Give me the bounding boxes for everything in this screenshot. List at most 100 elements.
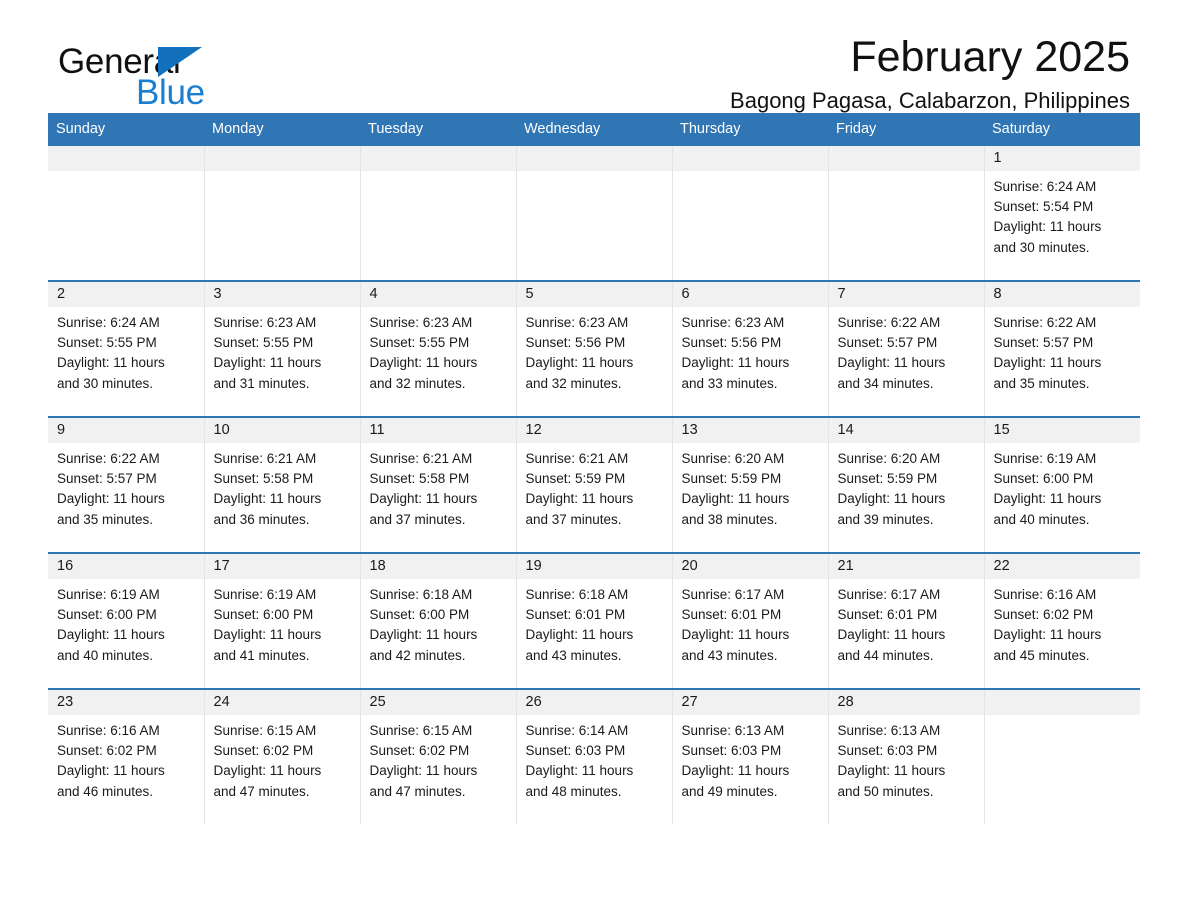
calendar-day-cell[interactable]: 6 Sunrise: 6:23 AM Sunset: 5:56 PM Daylight… bbox=[672, 280, 829, 417]
calendar-day-cell[interactable]: 19 Sunrise: 6:18 AM Sunset: 6:01 PM Dayligh… bbox=[516, 552, 673, 689]
daylight-text-line1: Daylight: 11 hours bbox=[57, 627, 165, 643]
day-details: Sunrise: 6:17 AM Sunset: 6:01 PM Daylight:… bbox=[829, 579, 984, 666]
sunrise-text: Sunrise: 6:22 AM bbox=[993, 315, 1097, 330]
day-details: Sunrise: 6:22 AM Sunset: 5:57 PM Daylight:… bbox=[985, 307, 1141, 394]
day-details: Sunrise: 6:20 AM Sunset: 5:59 PM Daylight:… bbox=[829, 443, 984, 530]
calendar-day-cell[interactable]: 7 Sunrise: 6:22 AM Sunset: 5:57 PM Daylight… bbox=[828, 280, 985, 417]
calendar-day-cell[interactable]: 24 Sunrise: 6:15 AM Sunset: 6:02 PM Dayligh… bbox=[204, 688, 361, 824]
daylight-text-line2: and 33 minutes. bbox=[681, 375, 778, 391]
daylight-text-line2: and 50 minutes. bbox=[837, 783, 934, 799]
sunrise-text: Sunrise: 6:20 AM bbox=[681, 451, 785, 466]
calendar-day-cell[interactable]: 26 Sunrise: 6:14 AM Sunset: 6:03 PM Dayligh… bbox=[516, 688, 673, 824]
sunrise-text: Sunrise: 6:23 AM bbox=[369, 315, 473, 330]
calendar-day-cell[interactable]: 1 Sunrise: 6:24 AM Sunset: 5:54 PM Daylight… bbox=[984, 146, 1140, 281]
calendar-day-cell[interactable]: 15 Sunrise: 6:19 AM Sunset: 6:00 PM Dayligh… bbox=[984, 416, 1141, 553]
daylight-text-line1: Daylight: 11 hours bbox=[369, 491, 478, 507]
daylight-text-line1: Daylight: 11 hours bbox=[369, 763, 478, 779]
daylight-text-line1: Daylight: 11 hours bbox=[993, 355, 1102, 371]
sunset-text: Sunset: 5:56 PM bbox=[525, 335, 626, 351]
day-details: Sunrise: 6:18 AM Sunset: 6:00 PM Daylight:… bbox=[361, 579, 516, 666]
calendar-cell-empty bbox=[360, 146, 517, 281]
sunrise-text: Sunrise: 6:14 AM bbox=[525, 723, 629, 738]
daylight-text-line2: and 30 minutes. bbox=[57, 375, 154, 391]
calendar-day-cell[interactable]: 13 Sunrise: 6:20 AM Sunset: 5:59 PM Dayligh… bbox=[672, 416, 829, 553]
generalblue-logo[interactable]: General Blue bbox=[58, 42, 328, 114]
calendar-day-cell[interactable]: 14 Sunrise: 6:20 AM Sunset: 5:59 PM Dayligh… bbox=[828, 416, 985, 553]
daylight-text-line2: and 36 minutes. bbox=[213, 511, 310, 527]
weekday-header-monday: Monday bbox=[204, 113, 360, 146]
daylight-text-line1: Daylight: 11 hours bbox=[993, 219, 1102, 235]
sunset-text: Sunset: 6:01 PM bbox=[837, 607, 938, 623]
calendar-day-cell[interactable]: 21 Sunrise: 6:17 AM Sunset: 6:01 PM Dayligh… bbox=[828, 552, 985, 689]
daylight-text-line1: Daylight: 11 hours bbox=[525, 627, 634, 643]
daylight-text-line1: Daylight: 11 hours bbox=[837, 763, 946, 779]
day-number: 2 bbox=[48, 282, 204, 307]
sunrise-text: Sunrise: 6:24 AM bbox=[993, 179, 1097, 194]
sunset-text: Sunset: 6:00 PM bbox=[213, 607, 314, 623]
daylight-text-line2: and 32 minutes. bbox=[369, 375, 466, 391]
day-number: 8 bbox=[984, 282, 1140, 307]
day-number bbox=[828, 146, 984, 171]
calendar-day-cell[interactable]: 10 Sunrise: 6:21 AM Sunset: 5:58 PM Dayligh… bbox=[204, 416, 361, 553]
sunset-text: Sunset: 6:02 PM bbox=[369, 743, 470, 759]
day-details: Sunrise: 6:16 AM Sunset: 6:02 PM Daylight:… bbox=[985, 579, 1141, 666]
day-details: Sunrise: 6:23 AM Sunset: 5:55 PM Daylight:… bbox=[361, 307, 516, 394]
calendar-day-cell[interactable]: 27 Sunrise: 6:13 AM Sunset: 6:03 PM Dayligh… bbox=[672, 688, 829, 824]
sunset-text: Sunset: 6:03 PM bbox=[525, 743, 626, 759]
calendar-day-cell[interactable]: 12 Sunrise: 6:21 AM Sunset: 5:59 PM Dayligh… bbox=[516, 416, 673, 553]
calendar-day-cell[interactable]: 3 Sunrise: 6:23 AM Sunset: 5:55 PM Daylight… bbox=[204, 280, 361, 417]
calendar-day-cell[interactable]: 9 Sunrise: 6:22 AM Sunset: 5:57 PM Daylight… bbox=[48, 416, 205, 553]
sunrise-text: Sunrise: 6:21 AM bbox=[369, 451, 473, 466]
calendar-day-cell[interactable]: 17 Sunrise: 6:19 AM Sunset: 6:00 PM Dayligh… bbox=[204, 552, 361, 689]
calendar-day-cell[interactable]: 16 Sunrise: 6:19 AM Sunset: 6:00 PM Dayligh… bbox=[48, 552, 205, 689]
calendar-day-cell[interactable]: 2 Sunrise: 6:24 AM Sunset: 5:55 PM Daylight… bbox=[48, 280, 205, 417]
sunset-text: Sunset: 5:55 PM bbox=[57, 335, 157, 351]
day-details: Sunrise: 6:13 AM Sunset: 6:03 PM Daylight:… bbox=[829, 715, 984, 802]
day-details: Sunrise: 6:19 AM Sunset: 6:00 PM Daylight:… bbox=[985, 443, 1141, 530]
sunset-text: Sunset: 5:57 PM bbox=[993, 335, 1094, 351]
sunrise-text: Sunrise: 6:20 AM bbox=[837, 451, 941, 466]
day-number: 20 bbox=[672, 554, 828, 579]
calendar-day-cell[interactable]: 28 Sunrise: 6:13 AM Sunset: 6:03 PM Dayligh… bbox=[828, 688, 985, 824]
daylight-text-line1: Daylight: 11 hours bbox=[525, 491, 634, 507]
daylight-text-line2: and 32 minutes. bbox=[525, 375, 622, 391]
daylight-text-line1: Daylight: 11 hours bbox=[369, 627, 478, 643]
calendar-day-cell[interactable]: 4 Sunrise: 6:23 AM Sunset: 5:55 PM Daylight… bbox=[360, 280, 517, 417]
day-details: Sunrise: 6:23 AM Sunset: 5:56 PM Daylight:… bbox=[517, 307, 672, 394]
sunrise-text: Sunrise: 6:22 AM bbox=[57, 451, 160, 466]
sunrise-text: Sunrise: 6:23 AM bbox=[213, 315, 317, 330]
day-details: Sunrise: 6:18 AM Sunset: 6:01 PM Daylight:… bbox=[517, 579, 672, 666]
sunset-text: Sunset: 5:57 PM bbox=[57, 471, 157, 487]
daylight-text-line1: Daylight: 11 hours bbox=[57, 491, 165, 507]
calendar-day-cell[interactable]: 22 Sunrise: 6:16 AM Sunset: 6:02 PM Dayligh… bbox=[984, 552, 1141, 689]
calendar-day-cell[interactable]: 25 Sunrise: 6:15 AM Sunset: 6:02 PM Dayligh… bbox=[360, 688, 517, 824]
daylight-text-line2: and 40 minutes. bbox=[993, 511, 1090, 527]
calendar-day-cell[interactable]: 20 Sunrise: 6:17 AM Sunset: 6:01 PM Dayligh… bbox=[672, 552, 829, 689]
logo-text-blue: Blue bbox=[136, 73, 205, 112]
sunset-text: Sunset: 5:59 PM bbox=[681, 471, 782, 487]
calendar-page: General Blue February 2025 Bagong Pagasa… bbox=[0, 0, 1188, 918]
page-header: General Blue February 2025 Bagong Pagasa… bbox=[48, 0, 1140, 114]
calendar-table: Sunday Monday Tuesday Wednesday Thursday… bbox=[48, 113, 1140, 824]
calendar-day-cell[interactable]: 23 Sunrise: 6:16 AM Sunset: 6:02 PM Dayligh… bbox=[48, 688, 205, 824]
sunrise-text: Sunrise: 6:15 AM bbox=[369, 723, 473, 738]
calendar-cell-empty bbox=[828, 146, 985, 281]
calendar-day-cell[interactable]: 18 Sunrise: 6:18 AM Sunset: 6:00 PM Dayligh… bbox=[360, 552, 517, 689]
day-number: 3 bbox=[204, 282, 360, 307]
calendar-day-cell[interactable]: 11 Sunrise: 6:21 AM Sunset: 5:58 PM Dayligh… bbox=[360, 416, 517, 553]
day-number: 19 bbox=[516, 554, 672, 579]
day-number: 28 bbox=[828, 690, 984, 715]
sunrise-text: Sunrise: 6:13 AM bbox=[837, 723, 941, 738]
daylight-text-line2: and 42 minutes. bbox=[369, 647, 466, 663]
daylight-text-line1: Daylight: 11 hours bbox=[837, 491, 946, 507]
weekday-header-saturday: Saturday bbox=[984, 113, 1140, 146]
daylight-text-line2: and 35 minutes. bbox=[57, 511, 154, 527]
daylight-text-line2: and 48 minutes. bbox=[525, 783, 622, 799]
day-number: 22 bbox=[984, 554, 1140, 579]
sunset-text: Sunset: 6:02 PM bbox=[57, 743, 157, 759]
sunset-text: Sunset: 6:02 PM bbox=[993, 607, 1094, 623]
calendar-day-cell[interactable]: 5 Sunrise: 6:23 AM Sunset: 5:56 PM Daylight… bbox=[516, 280, 673, 417]
daylight-text-line1: Daylight: 11 hours bbox=[993, 491, 1102, 507]
calendar-day-cell[interactable]: 8 Sunrise: 6:22 AM Sunset: 5:57 PM Daylight… bbox=[984, 280, 1141, 417]
daylight-text-line1: Daylight: 11 hours bbox=[837, 627, 946, 643]
